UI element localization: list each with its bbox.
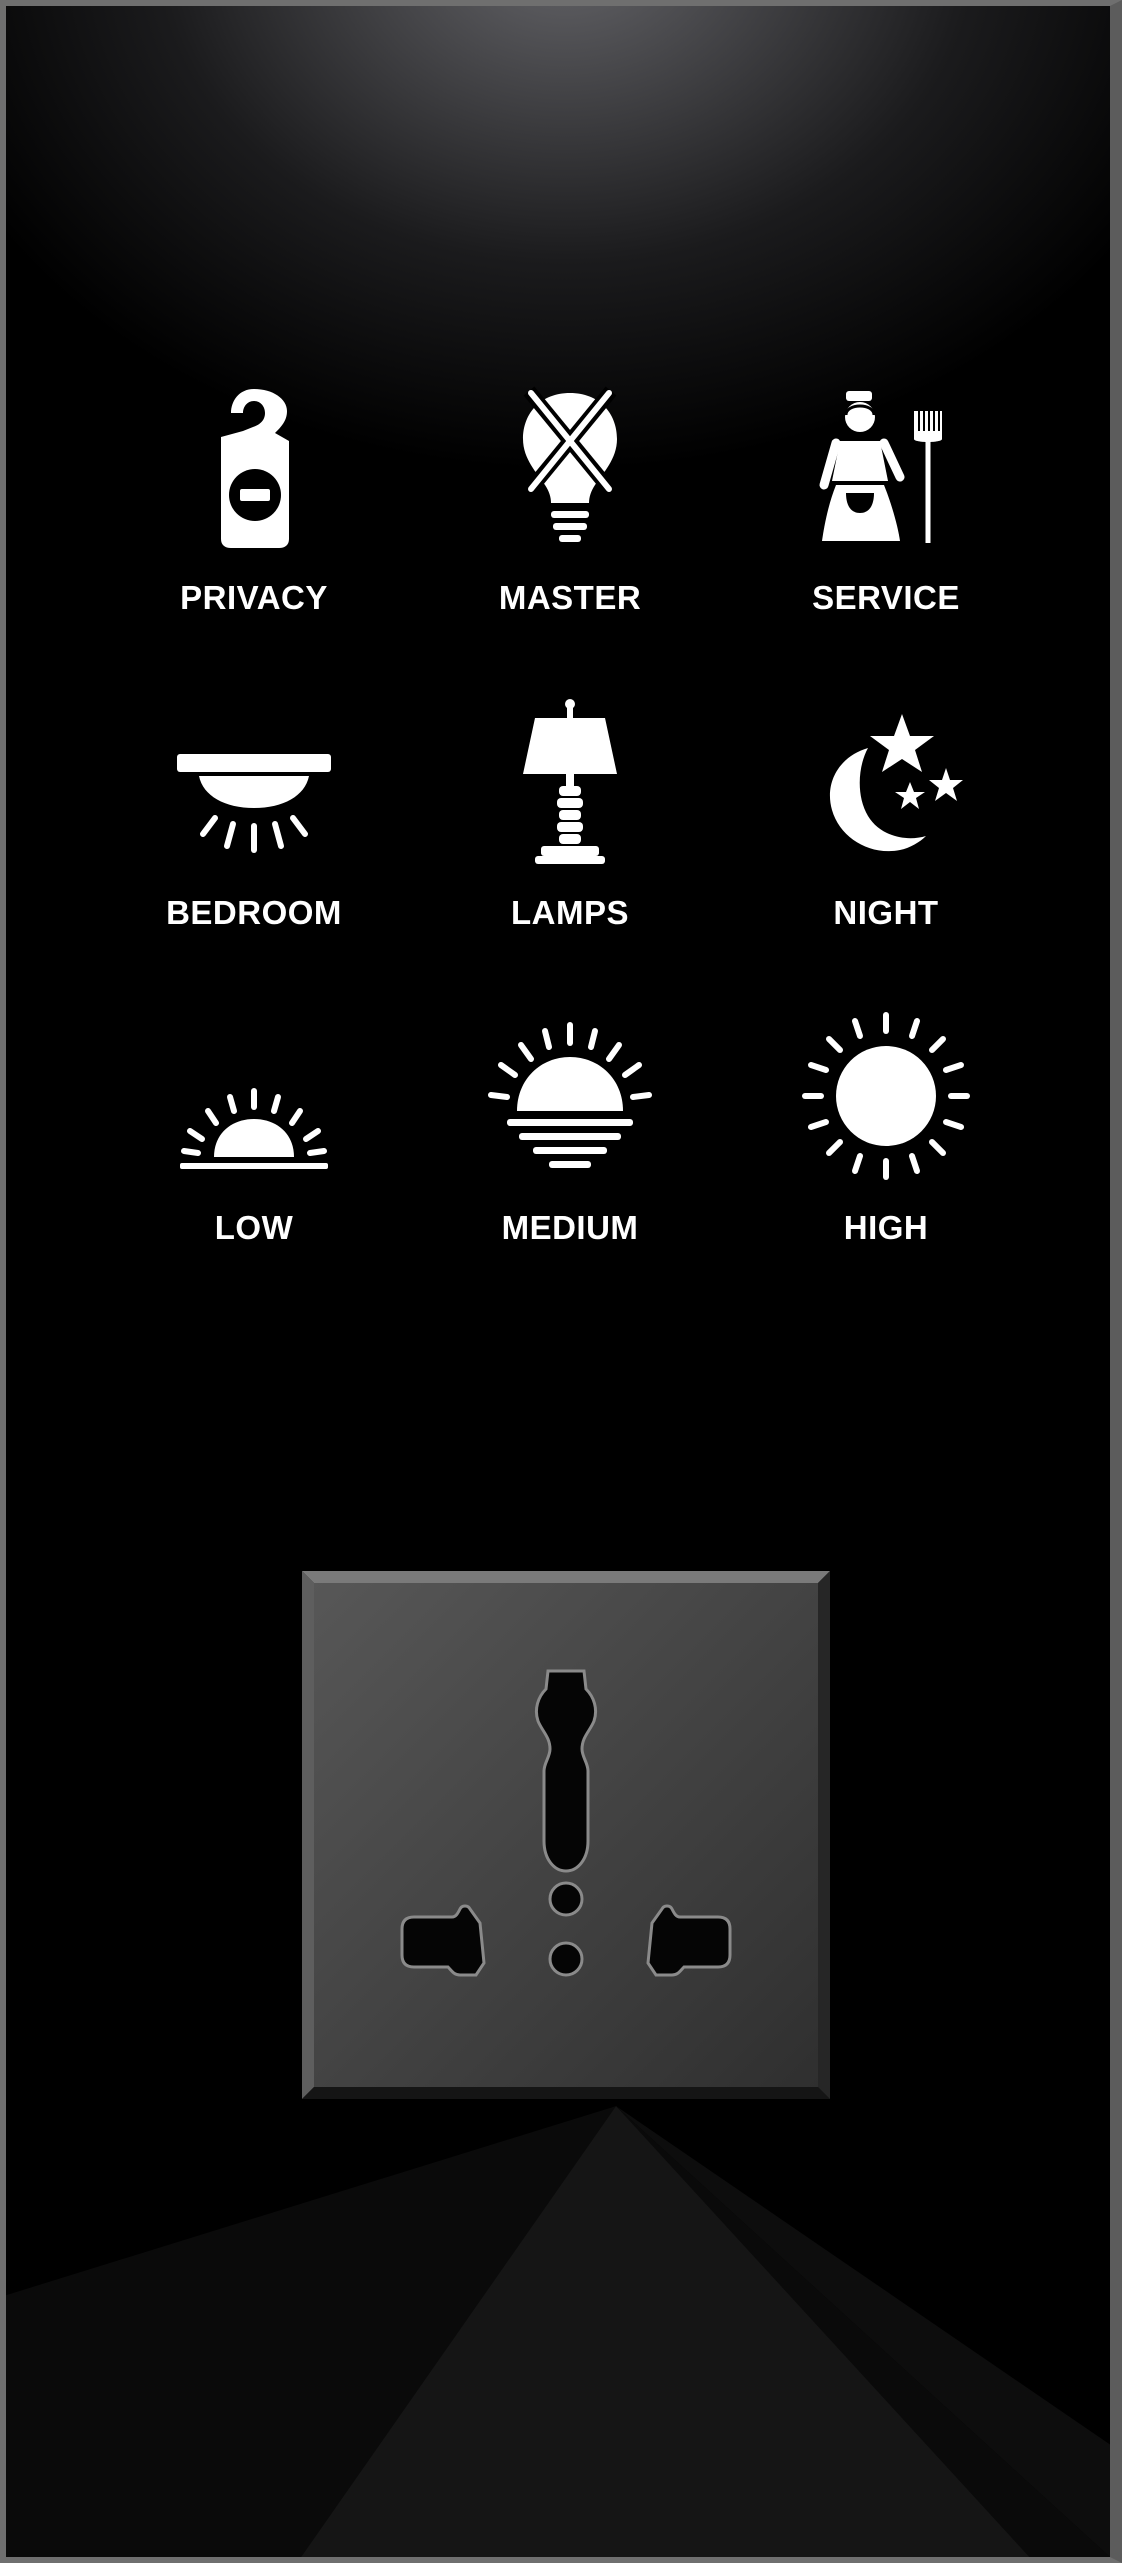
full-sun-high-icon <box>786 1001 986 1181</box>
bedroom-button[interactable]: BEDROOM <box>124 686 384 956</box>
high-label: HIGH <box>843 1209 929 1246</box>
low-button[interactable]: LOW <box>124 1001 384 1271</box>
lamps-button[interactable]: LAMPS <box>440 686 700 956</box>
service-button[interactable]: SERVICE <box>756 371 1016 641</box>
maid-service-icon <box>786 371 986 551</box>
privacy-label: PRIVACY <box>180 579 328 616</box>
medium-label: MEDIUM <box>501 1209 639 1246</box>
master-label: MASTER <box>498 579 642 616</box>
night-button[interactable]: NIGHT <box>756 686 1016 956</box>
sunrise-low-icon <box>154 1001 354 1181</box>
low-label: LOW <box>214 1209 294 1246</box>
lamps-label: LAMPS <box>511 894 629 931</box>
master-off-bulb-icon <box>470 371 670 551</box>
night-label: NIGHT <box>833 894 939 931</box>
table-lamp-icon <box>470 686 670 866</box>
ceiling-light-icon <box>154 686 354 866</box>
bedroom-label: BEDROOM <box>166 894 342 931</box>
do-not-disturb-hanger-icon <box>154 371 354 551</box>
half-sun-medium-icon <box>470 1001 670 1181</box>
switch-panel: PRIVACY MASTER SERVICE BEDROOM LAMPS NIG… <box>0 0 1122 2563</box>
medium-button[interactable]: MEDIUM <box>440 1001 700 1271</box>
universal-power-socket[interactable] <box>302 1571 830 2099</box>
moon-stars-icon <box>786 686 986 866</box>
high-button[interactable]: HIGH <box>756 1001 1016 1271</box>
service-label: SERVICE <box>812 579 960 616</box>
privacy-button[interactable]: PRIVACY <box>124 371 384 641</box>
master-button[interactable]: MASTER <box>440 371 700 641</box>
